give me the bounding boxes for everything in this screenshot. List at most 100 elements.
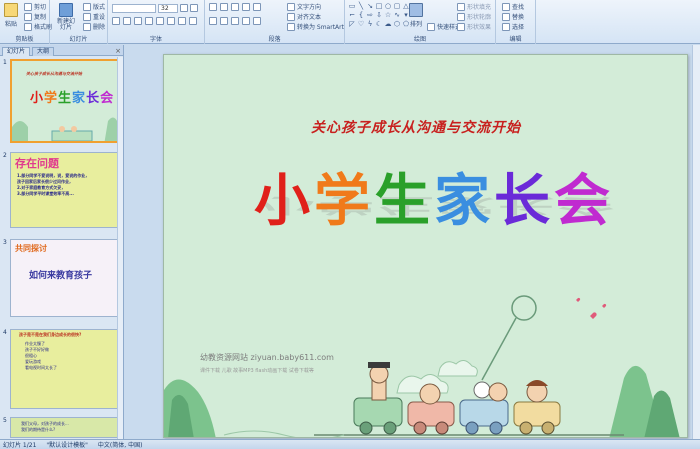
slide-title[interactable]: 小学生家长会 [244, 169, 624, 235]
arrow-shape-icon[interactable]: ↘ [366, 2, 374, 10]
align-center-icon[interactable] [220, 17, 228, 25]
thumb-heading: 孩子是不是在我们身边成长的很快? [19, 332, 82, 337]
replace-button[interactable]: 替换 [502, 12, 524, 21]
title-char: 家 [434, 169, 494, 234]
thumb-preview: 我们父母，对孩子的成长... 我们的期待是什么? [10, 417, 122, 438]
reset-button[interactable]: 重设 [83, 12, 105, 21]
slides-pane-scrollbar[interactable] [117, 57, 123, 439]
copy-button[interactable]: 复制 [24, 12, 46, 21]
decrease-indent-icon[interactable] [231, 3, 239, 11]
smartart-icon [287, 22, 295, 31]
curve-shape-icon[interactable]: ∿ [393, 11, 401, 19]
shape-effects-button[interactable]: 形状效果 [457, 22, 491, 31]
language-indicator[interactable]: 中文(简体, 中国) [98, 440, 143, 449]
bold-icon[interactable] [112, 17, 120, 25]
title-char: 小 [254, 169, 314, 234]
arrange-button[interactable]: 排列 [409, 3, 423, 28]
down-arrow-shape-icon[interactable]: ⇩ [375, 11, 383, 19]
numbering-icon[interactable] [220, 3, 228, 11]
find-button[interactable]: 查找 [502, 2, 524, 11]
align-text-icon [287, 12, 295, 21]
change-case-icon[interactable] [178, 17, 186, 25]
font-color-icon[interactable] [189, 17, 197, 25]
oval-shape-icon[interactable]: ○ [384, 2, 392, 10]
line-shape-icon[interactable]: ╲ [357, 2, 365, 10]
fill-bucket-icon [457, 2, 465, 11]
rect-shape-icon[interactable]: □ [375, 2, 383, 10]
cloud-shape-icon[interactable]: ☁ [384, 20, 392, 28]
paragraph-group: 文字方向 对齐文本 转换为 SmartArt 段落 [205, 0, 345, 44]
brace-shape-icon[interactable]: { [357, 11, 365, 19]
columns-icon[interactable] [253, 17, 261, 25]
rounded-rect-shape-icon[interactable]: ▢ [393, 2, 401, 10]
line-spacing-icon[interactable] [253, 3, 261, 11]
font-name-dropdown[interactable] [112, 4, 156, 13]
italic-icon[interactable] [123, 17, 131, 25]
star-shape-icon[interactable]: ☆ [384, 11, 392, 19]
align-text-button[interactable]: 对齐文本 [287, 12, 321, 21]
thumb-number: 4 [3, 329, 7, 336]
replace-icon [502, 12, 510, 21]
cursor-icon [502, 22, 510, 31]
layout-button[interactable]: 版式 [83, 2, 105, 11]
current-slide[interactable]: 关心孩子成长从沟通与交流开始 小学生家长会 小学生家长会 幼教资源网站 ziyu… [163, 54, 688, 438]
strikethrough-icon[interactable] [145, 17, 153, 25]
spacing-icon[interactable] [167, 17, 175, 25]
shapes-gallery[interactable]: ▭ ╲ ↘ □ ○ ▢ △ ⌐ { ⇨ ⇩ ☆ ∿ ▾ ◸ ♡ ϟ ☾ ☁ ⬡ … [348, 2, 409, 32]
editing-group-label: 编辑 [509, 36, 522, 43]
paragraph-group-label: 段落 [268, 36, 281, 43]
grow-font-button[interactable] [180, 4, 188, 12]
textbox-shape-icon[interactable]: ▭ [348, 2, 356, 10]
hexagon-shape-icon[interactable]: ⬡ [393, 20, 401, 28]
font-size-dropdown[interactable]: 32 [158, 4, 178, 13]
slide-subtitle[interactable]: 关心孩子成长从沟通与交流开始 [256, 117, 576, 137]
underline-icon[interactable] [134, 17, 142, 25]
heart-shape-icon[interactable]: ♡ [357, 20, 365, 28]
slides-group-label: 幻灯片 [69, 36, 88, 43]
right-arrow-shape-icon[interactable]: ⇨ [366, 11, 374, 19]
smartart-button[interactable]: 转换为 SmartArt [287, 22, 344, 31]
increase-indent-icon[interactable] [242, 3, 250, 11]
thumb-number: 2 [3, 152, 7, 159]
slide-scrollbar[interactable] [692, 45, 700, 439]
align-right-icon[interactable] [231, 17, 239, 25]
bullets-icon[interactable] [209, 3, 217, 11]
shrink-font-button[interactable] [190, 4, 198, 12]
text-direction-button[interactable]: 文字方向 [287, 2, 321, 11]
callout-shape-icon[interactable]: ◸ [348, 20, 356, 28]
thumb-body: 作业太慢了 孩子不好好做 很粗心 爱玩游戏 看电视时间太长了 [25, 341, 57, 370]
shadow-icon[interactable] [156, 17, 164, 25]
layout-icon [83, 2, 91, 11]
quick-styles-icon [427, 22, 435, 31]
quick-styles-button[interactable]: 快速样式 [427, 22, 461, 31]
select-button[interactable]: 选择 [502, 22, 524, 31]
paste-button[interactable]: 粘贴 [4, 3, 18, 28]
font-group: 32 字体 [108, 0, 205, 44]
scissors-icon [24, 2, 32, 11]
clipboard-group: 粘贴 剪切 复制 格式刷 剪贴板 [0, 0, 52, 44]
tab-slides[interactable]: 幻灯片 [2, 47, 31, 56]
clipboard-group-label: 剪贴板 [15, 36, 34, 43]
font-format-row [112, 17, 197, 25]
moon-shape-icon[interactable]: ☾ [375, 20, 383, 28]
font-group-label: 字体 [149, 36, 162, 43]
align-left-icon[interactable] [209, 17, 217, 25]
title-char: 会 [554, 169, 614, 234]
format-painter-button[interactable]: 格式刷 [24, 22, 52, 31]
shape-outline-button[interactable]: 形状轮廓 [457, 12, 491, 21]
delete-slide-button[interactable]: 删除 [83, 22, 105, 31]
thumb-title: 如何来教育孩子 [29, 271, 93, 281]
new-slide-button[interactable]: 新建幻灯片 [56, 3, 76, 31]
lightning-shape-icon[interactable]: ϟ [366, 20, 374, 28]
arrange-icon [409, 3, 423, 17]
bracket-shape-icon[interactable]: ⌐ [348, 11, 356, 19]
thumb-number: 5 [3, 417, 7, 424]
tab-outline[interactable]: 大纲 [32, 47, 55, 56]
shape-fill-button[interactable]: 形状填充 [457, 2, 491, 11]
delete-icon [83, 22, 91, 31]
close-icon[interactable]: × [115, 47, 121, 55]
justify-icon[interactable] [242, 17, 250, 25]
ribbon: 粘贴 剪切 复制 格式刷 剪贴板 新建幻灯片 版式 重设 删除 幻灯片 32 字… [0, 0, 700, 44]
cut-button[interactable]: 剪切 [24, 2, 46, 11]
effects-icon [457, 22, 465, 31]
